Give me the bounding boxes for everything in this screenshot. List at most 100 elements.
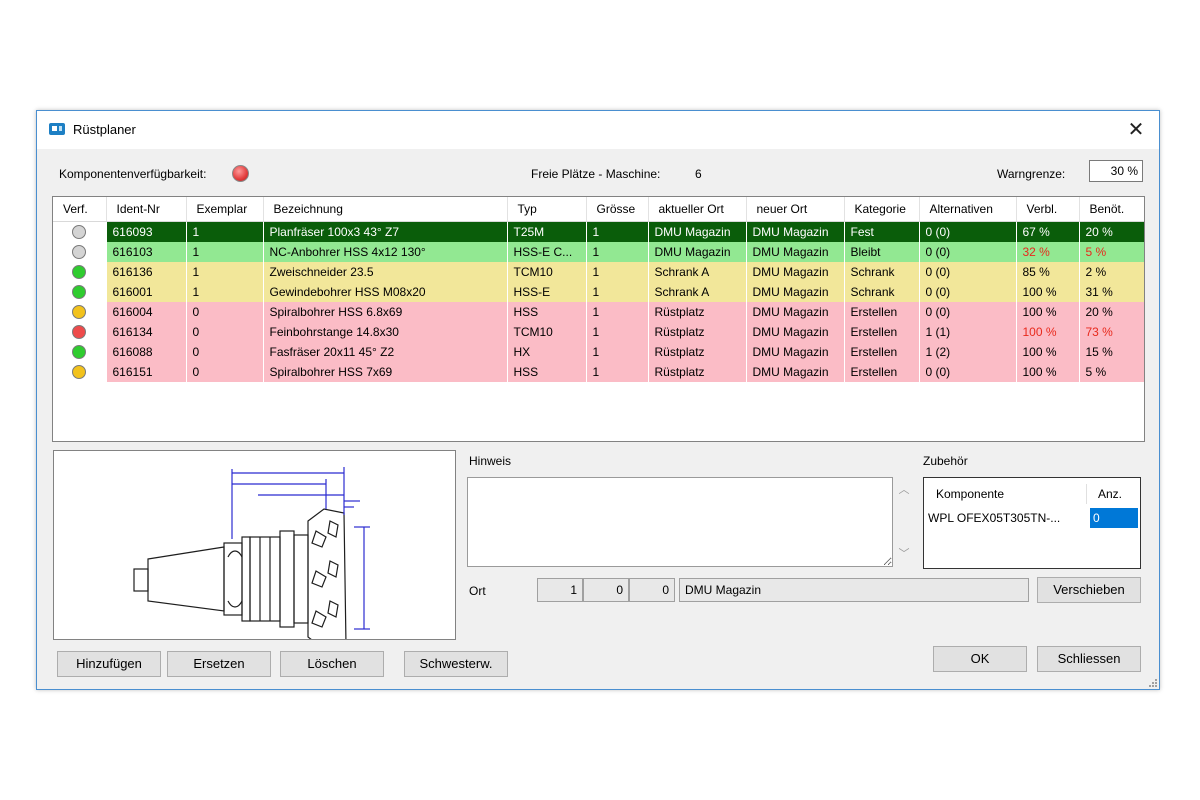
add-button[interactable]: Hinzufügen: [57, 651, 161, 677]
cell-category: Erstellen: [844, 362, 920, 382]
status-cell: [53, 282, 107, 302]
column-header-bezeichnung[interactable]: Bezeichnung: [263, 197, 508, 222]
ok-button[interactable]: OK: [933, 646, 1027, 672]
cell-size: 1: [586, 342, 649, 362]
accessory-component-cell[interactable]: WPL OFEX05T305TN-...: [928, 508, 1086, 528]
column-header-neuer-ort[interactable]: neuer Ort: [746, 197, 845, 222]
cell-name: Spiralbohrer HSS 6.8x69: [263, 302, 508, 322]
table-row[interactable]: 616103 1 NC-Anbohrer HSS 4x12 130° HSS-E C.…: [53, 242, 1144, 262]
chevron-down-icon[interactable]: ﹀: [897, 547, 911, 561]
cell-exemplar: 0: [186, 302, 264, 322]
cell-current: Schrank A: [648, 282, 747, 302]
cell-type: T25M: [507, 221, 587, 242]
table-row[interactable]: 616001 1 Gewindebohrer HSS M08x20 HSS-E 1 Sch…: [53, 282, 1144, 302]
column-header-ident-nr[interactable]: Ident-Nr: [106, 197, 187, 222]
table-row[interactable]: 616093 1 Planfräser 100x3 43° Z7 T25M 1 DMU M…: [53, 221, 1144, 242]
cell-remaining: 85 %: [1016, 262, 1080, 282]
cell-id: 616136: [106, 262, 187, 282]
table-row[interactable]: 616088 0 Fasfräser 20x11 45° Z2 HX 1 Rüstplat…: [53, 342, 1144, 362]
cell-name: Zweischneider 23.5: [263, 262, 508, 282]
accessory-qty-cell[interactable]: 0: [1090, 508, 1138, 528]
delete-button[interactable]: Löschen: [280, 651, 384, 677]
table-row[interactable]: 616136 1 Zweischneider 23.5 TCM10 1 Schrank A…: [53, 262, 1144, 282]
cell-new: DMU Magazin: [746, 282, 845, 302]
column-header-exemplar[interactable]: Exemplar: [186, 197, 264, 222]
cell-needed: 20 %: [1079, 221, 1144, 242]
column-header-verf[interactable]: Verf.: [53, 197, 107, 222]
hint-textarea[interactable]: [467, 477, 893, 567]
cell-name: Planfräser 100x3 43° Z7: [263, 221, 508, 242]
cell-alt: 1 (2): [919, 342, 1017, 362]
tool-preview: [53, 450, 456, 650]
cell-exemplar: 1: [186, 282, 264, 302]
cell-size: 1: [586, 362, 649, 382]
cell-alt: 0 (0): [919, 221, 1017, 242]
cell-needed: 5 %: [1079, 242, 1144, 262]
chevron-up-icon[interactable]: ︿: [897, 483, 911, 497]
cell-category: Bleibt: [844, 242, 920, 262]
status-cell: [53, 362, 107, 382]
status-lamp-icon: [72, 365, 87, 380]
cell-size: 1: [586, 282, 649, 302]
column-header-typ[interactable]: Typ: [507, 197, 587, 222]
cell-type: HSS-E: [507, 282, 587, 302]
cell-current: Rüstplatz: [648, 322, 747, 342]
close-button[interactable]: Schliessen: [1037, 646, 1141, 672]
column-header-aktueller-ort[interactable]: aktueller Ort: [648, 197, 747, 222]
status-lamp-icon: [72, 345, 87, 360]
resize-grip-icon[interactable]: [1147, 677, 1157, 687]
cell-category: Schrank: [844, 282, 920, 302]
cell-current: DMU Magazin: [648, 221, 747, 242]
cell-type: HX: [507, 342, 587, 362]
rustplaner-dialog: Rüstplaner ✕ Komponentenverfügbarkeit: F…: [36, 110, 1160, 690]
column-header-alternativen[interactable]: Alternativen: [919, 197, 1017, 222]
cell-name: Gewindebohrer HSS M08x20: [263, 282, 508, 302]
column-header-kategorie[interactable]: Kategorie: [844, 197, 920, 222]
availability-status-icon: [232, 165, 249, 182]
cell-category: Erstellen: [844, 302, 920, 322]
cell-current: DMU Magazin: [648, 242, 747, 262]
location-field-2: 0: [583, 578, 629, 602]
sibling-tool-button[interactable]: Schwesterw.: [404, 651, 508, 677]
column-header-benoet[interactable]: Benöt.: [1079, 197, 1144, 222]
cell-current: Rüstplatz: [648, 362, 747, 382]
status-cell: [53, 221, 107, 242]
cell-size: 1: [586, 262, 649, 282]
cell-name: Fasfräser 20x11 45° Z2: [263, 342, 508, 362]
table-row[interactable]: 616134 0 Feinbohrstange 14.8x30 TCM10 1 Rüstp…: [53, 322, 1144, 342]
cell-exemplar: 0: [186, 342, 264, 362]
status-lamp-icon: [72, 285, 87, 300]
cell-type: HSS-E C...: [507, 242, 587, 262]
cell-alt: 0 (0): [919, 262, 1017, 282]
column-header-verbl[interactable]: Verbl.: [1016, 197, 1080, 222]
components-table: Verf. Ident-Nr Exemplar Bezeichnung Typ Gröss…: [52, 196, 1145, 442]
cell-new: DMU Magazin: [746, 322, 845, 342]
availability-label: Komponentenverfügbarkeit:: [59, 167, 207, 181]
table-row[interactable]: 616004 0 Spiralbohrer HSS 6.8x69 HSS 1 Rüstpl…: [53, 302, 1144, 322]
close-icon[interactable]: ✕: [1113, 111, 1159, 149]
cell-name: Feinbohrstange 14.8x30: [263, 322, 508, 342]
status-cell: [53, 242, 107, 262]
column-header-groesse[interactable]: Grösse: [586, 197, 649, 222]
warn-limit-input[interactable]: [1089, 160, 1143, 182]
status-cell: [53, 262, 107, 282]
cell-type: TCM10: [507, 322, 587, 342]
cell-new: DMU Magazin: [746, 221, 845, 242]
cell-exemplar: 1: [186, 221, 264, 242]
replace-button[interactable]: Ersetzen: [167, 651, 271, 677]
location-field-1: 1: [537, 578, 583, 602]
table-row[interactable]: 616151 0 Spiralbohrer HSS 7x69 HSS 1 Rüstplat…: [53, 362, 1144, 382]
cell-id: 616088: [106, 342, 187, 362]
cell-exemplar: 0: [186, 322, 264, 342]
free-places-value: 6: [695, 167, 702, 181]
cell-id: 616134: [106, 322, 187, 342]
cell-name: Spiralbohrer HSS 7x69: [263, 362, 508, 382]
cell-needed: 73 %: [1079, 322, 1144, 342]
move-button[interactable]: Verschieben: [1037, 577, 1141, 603]
location-label: Ort: [469, 584, 486, 598]
app-icon: [49, 123, 65, 135]
cell-category: Schrank: [844, 262, 920, 282]
cell-alt: 0 (0): [919, 282, 1017, 302]
cell-current: Schrank A: [648, 262, 747, 282]
cell-new: DMU Magazin: [746, 302, 845, 322]
